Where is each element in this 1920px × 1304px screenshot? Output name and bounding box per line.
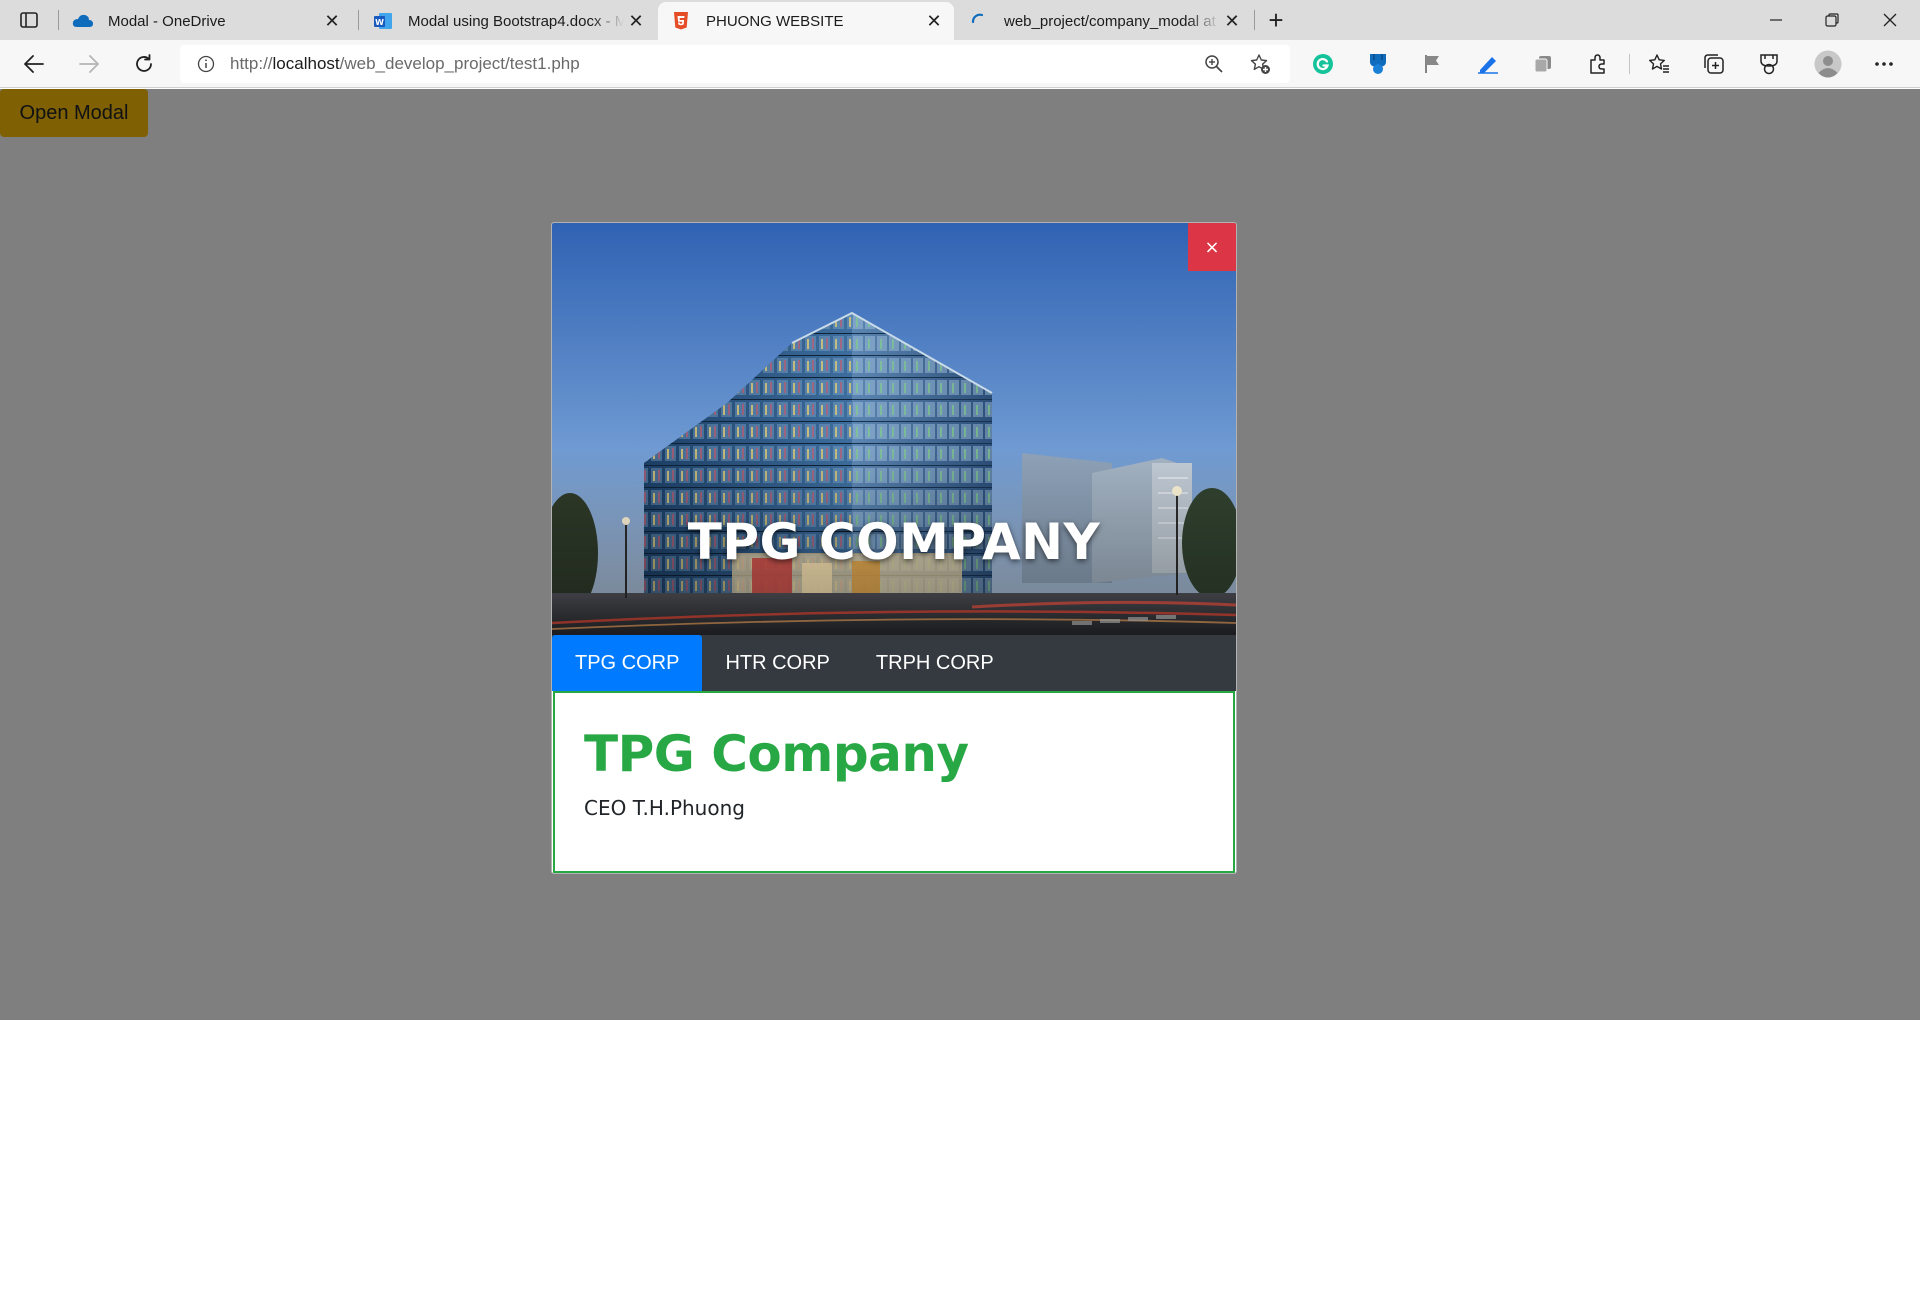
hero-image: TPG COMPANY × — [552, 223, 1236, 635]
tab-title: Modal - OneDrive — [108, 12, 226, 30]
tab-panel-tpg: TPG Company CEO T.H.Phuong — [553, 691, 1235, 873]
minimize-icon[interactable] — [1748, 0, 1804, 40]
collections-icon[interactable] — [1698, 48, 1730, 80]
url-text[interactable]: http://localhost/web_develop_project/tes… — [230, 54, 1198, 74]
browser-tab-onedrive[interactable]: Modal - OneDrive ✕ — [60, 2, 352, 40]
loading-icon — [968, 10, 990, 32]
close-tab-icon[interactable]: ✕ — [922, 9, 946, 33]
refresh-icon[interactable] — [128, 48, 160, 80]
close-tab-icon[interactable]: ✕ — [1220, 9, 1244, 33]
company-title: TPG Company — [584, 725, 969, 783]
browser-tab-word-doc[interactable]: W Modal using Bootstrap4.docx - M ✕ — [360, 2, 656, 40]
tab-title: web_project/company_modal at — [1004, 12, 1216, 30]
tab-tpg-corp[interactable]: TPG CORP — [552, 635, 703, 691]
copy-extension-icon[interactable] — [1527, 48, 1559, 80]
tab-htr-corp[interactable]: HTR CORP — [702, 635, 852, 691]
browser-toolbar: http://localhost/web_develop_project/tes… — [0, 40, 1920, 88]
close-tab-icon[interactable]: ✕ — [320, 9, 344, 33]
html5-icon — [670, 10, 692, 32]
close-tab-icon[interactable]: ✕ — [624, 9, 648, 33]
toolbar-divider — [1629, 54, 1630, 74]
site-info-icon[interactable] — [194, 52, 218, 76]
tab-separator — [58, 10, 59, 30]
tab-title: Modal using Bootstrap4.docx - M — [408, 12, 624, 30]
grammarly-icon[interactable] — [1307, 48, 1339, 80]
address-bar[interactable]: http://localhost/web_develop_project/tes… — [180, 45, 1290, 83]
company-modal: TPG COMPANY × TPG CORP HTR CORP TRPH COR… — [551, 222, 1237, 874]
page-viewport: Open Modal — [0, 89, 1920, 1020]
zoom-icon[interactable] — [1198, 48, 1230, 80]
tab-separator — [358, 10, 359, 30]
tab-title: PHUONG WEBSITE — [706, 12, 844, 30]
svg-text:W: W — [375, 18, 384, 27]
browser-tab-strip: Modal - OneDrive ✕ W Modal using Bootstr… — [0, 0, 1920, 40]
award-extension-icon[interactable] — [1362, 48, 1394, 80]
company-tabs: TPG CORP HTR CORP TRPH CORP — [552, 635, 1236, 691]
profile-avatar-icon[interactable] — [1812, 48, 1844, 80]
close-window-icon[interactable] — [1862, 0, 1918, 40]
extensions-icon[interactable] — [1582, 48, 1614, 80]
onedrive-icon — [72, 10, 94, 32]
new-tab-button[interactable]: + — [1262, 5, 1290, 35]
company-ceo: CEO T.H.Phuong — [584, 796, 745, 820]
hero-title: TPG COMPANY — [687, 513, 1101, 571]
browser-tab-phuong-website[interactable]: PHUONG WEBSITE ✕ — [658, 2, 954, 40]
flag-icon[interactable] — [1417, 48, 1449, 80]
pen-extension-icon[interactable] — [1472, 48, 1504, 80]
tab-trph-corp[interactable]: TRPH CORP — [853, 635, 1017, 691]
browser-essentials-icon[interactable] — [1753, 48, 1785, 80]
add-favorite-icon[interactable] — [1244, 48, 1276, 80]
more-options-icon[interactable] — [1868, 48, 1900, 80]
restore-icon[interactable] — [1804, 0, 1860, 40]
word-icon: W — [372, 10, 394, 32]
office-building-photo — [552, 223, 1236, 635]
back-icon[interactable] — [18, 48, 50, 80]
browser-tab-github[interactable]: web_project/company_modal at ✕ — [956, 2, 1252, 40]
modal-close-button[interactable]: × — [1188, 223, 1236, 271]
tab-separator — [1254, 10, 1255, 30]
forward-icon[interactable] — [73, 48, 105, 80]
favorites-icon[interactable] — [1643, 48, 1675, 80]
tab-actions-icon[interactable] — [16, 8, 42, 32]
